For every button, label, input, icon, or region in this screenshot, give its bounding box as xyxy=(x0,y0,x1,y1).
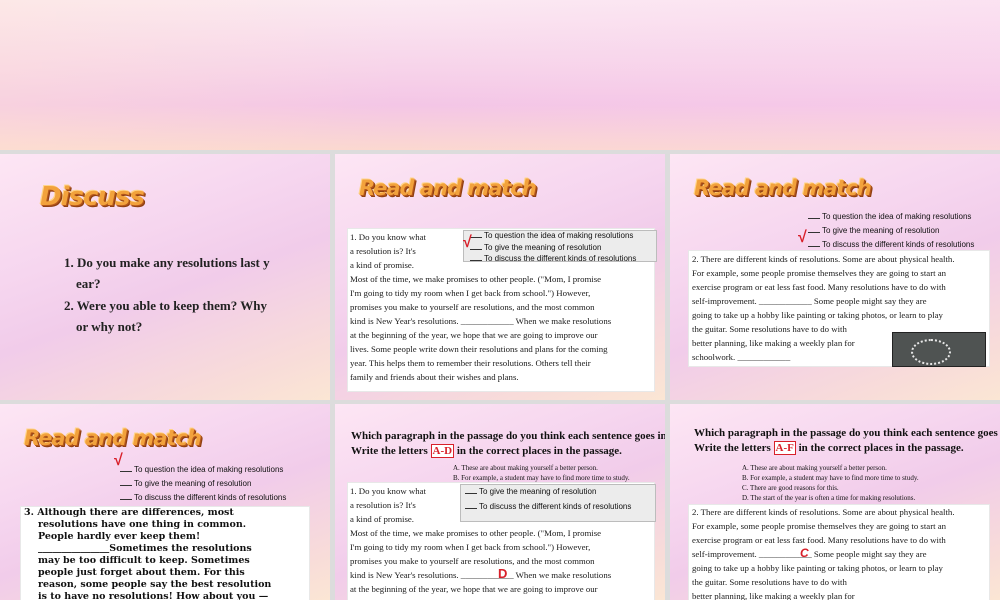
discussion-question-1: 1. Do you make any resolutions last y ea… xyxy=(64,255,270,291)
sentence-a: A. These are about making yourself a bet… xyxy=(742,464,887,472)
slide-title: Read and match xyxy=(694,176,872,200)
discussion-question-2: 2. Were you able to keep them? Why or wh… xyxy=(64,298,267,334)
slide-thumbnail-2[interactable]: Read and match To question the idea of m… xyxy=(335,154,665,400)
slide-title: Read and match xyxy=(24,426,202,450)
slide-thumbnail-1[interactable]: Discuss 1. Do you make any resolutions l… xyxy=(0,154,330,400)
slide-thumbnail-6[interactable]: Which paragraph in the passage do you th… xyxy=(670,404,1000,600)
slide-thumbnail-3[interactable]: Read and match To question the idea of m… xyxy=(670,154,1000,400)
paragraph-2: 2. There are different kinds of resoluti… xyxy=(692,507,955,600)
guitar-photo xyxy=(892,332,986,367)
slide-thumbnail-4[interactable]: Read and match To question the idea of m… xyxy=(0,404,330,600)
instruction-heading: Which paragraph in the passage do you th… xyxy=(351,430,665,458)
check-mark-icon: √ xyxy=(114,452,123,469)
sentence-a: A. These are about making yourself a bet… xyxy=(453,464,598,472)
answer-mark: D xyxy=(498,566,508,581)
option-a: To question the idea of making resolutio… xyxy=(120,463,283,476)
paragraph-3: 3. Although there are differences, most … xyxy=(24,507,272,600)
paragraph-1: 1. Do you know what a resolution is? It'… xyxy=(350,232,612,382)
slide-thumbnail-5[interactable]: Which paragraph in the passage do you th… xyxy=(335,404,665,600)
sentence-c: C. There are good reasons for this. xyxy=(742,484,839,492)
instruction-heading: Which paragraph in the passage do you th… xyxy=(694,427,1000,455)
slide-sorter-view: Discuss 1. Do you make any resolutions l… xyxy=(0,0,1000,600)
option-c: To discuss the different kinds of resolu… xyxy=(120,491,286,504)
sentence-d: D. The start of the year is often a time… xyxy=(742,494,916,502)
check-mark-icon: √ xyxy=(798,229,807,246)
answer-mark: C xyxy=(800,546,809,560)
slide-title: Read and match xyxy=(359,176,537,200)
option-a: To question the idea of making resolutio… xyxy=(808,210,971,223)
option-b: To give the meaning of resolution xyxy=(120,477,251,490)
option-b: To give the meaning of resolution xyxy=(808,224,939,237)
current-slide-preview[interactable] xyxy=(0,0,1000,150)
slide-title: Discuss xyxy=(40,182,145,212)
sentence-b: B. For example, a student may have to fi… xyxy=(742,474,919,482)
